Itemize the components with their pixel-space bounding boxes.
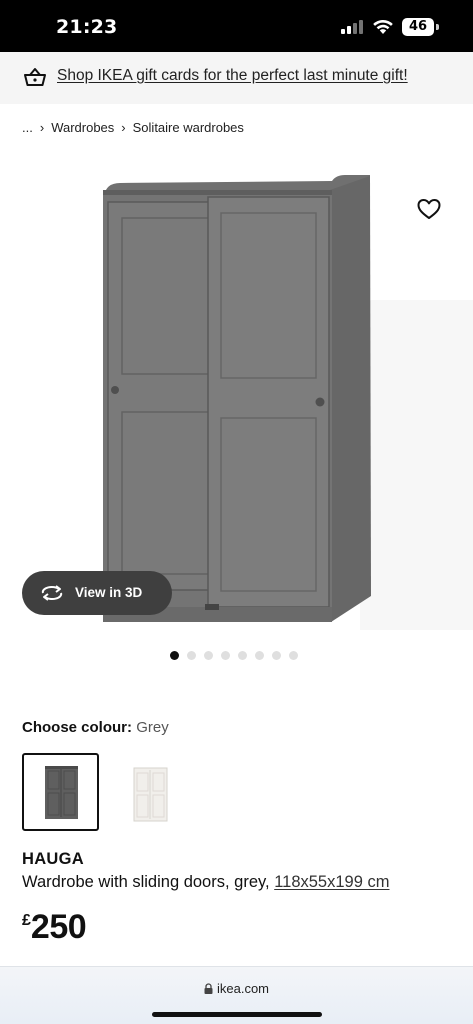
carousel-dot[interactable] [204, 651, 213, 660]
battery-icon [436, 24, 439, 30]
lock-icon [204, 982, 213, 997]
colour-value: Grey [136, 719, 169, 736]
wifi-icon [372, 18, 394, 40]
product-image[interactable] [0, 160, 473, 640]
battery-level: 46 [402, 18, 434, 36]
breadcrumb-item-solitaire-wardrobes[interactable]: Solitaire wardrobes [133, 120, 244, 135]
colour-label: Choose colour: [22, 719, 133, 736]
price-currency: £ [22, 912, 31, 929]
carousel-dot[interactable] [255, 651, 264, 660]
product-description-text: Wardrobe with sliding doors, grey, [22, 873, 275, 891]
carousel-dot[interactable] [272, 651, 281, 660]
status-bar: 21:23 46 [0, 0, 473, 52]
browser-address-bar[interactable]: ikea.com [0, 966, 473, 1024]
product-name: HAUGA [22, 850, 84, 868]
view-in-3d-label: View in 3D [75, 585, 143, 600]
colour-swatch-white[interactable] [113, 753, 190, 831]
product-description: Wardrobe with sliding doors, grey, 118x5… [22, 873, 389, 892]
carousel-dot[interactable] [170, 651, 179, 660]
url-text: ikea.com [216, 981, 270, 996]
basket-icon [23, 66, 47, 93]
carousel-dot[interactable] [187, 651, 196, 660]
url-display[interactable]: ikea.com [0, 981, 473, 997]
product-size-link[interactable]: 118x55x199 cm [274, 873, 389, 891]
breadcrumb-ellipsis[interactable]: ... [22, 120, 33, 135]
promo-banner[interactable]: Shop IKEA gift cards for the perfect las… [0, 52, 473, 104]
carousel-dot[interactable] [221, 651, 230, 660]
carousel-dot[interactable] [289, 651, 298, 660]
colour-swatch-grey[interactable] [22, 753, 99, 831]
chevron-right-icon: › [121, 120, 126, 135]
carousel-dot[interactable] [238, 651, 247, 660]
heart-icon[interactable] [416, 197, 442, 221]
status-time: 21:23 [56, 16, 118, 38]
breadcrumb: ... › Wardrobes › Solitaire wardrobes [22, 120, 244, 135]
view-in-3d-button[interactable]: View in 3D [22, 571, 172, 615]
rotate-3d-icon [40, 583, 64, 608]
colour-chooser-label: Choose colour: Grey [22, 719, 169, 736]
chevron-right-icon: › [39, 120, 45, 135]
breadcrumb-item-wardrobes[interactable]: Wardrobes [51, 120, 114, 135]
promo-link[interactable]: Shop IKEA gift cards for the perfect las… [57, 67, 408, 85]
price-amount: 250 [30, 908, 87, 946]
cellular-signal-icon [341, 20, 365, 34]
product-price: £250 [22, 908, 87, 947]
home-indicator[interactable] [152, 1012, 322, 1017]
